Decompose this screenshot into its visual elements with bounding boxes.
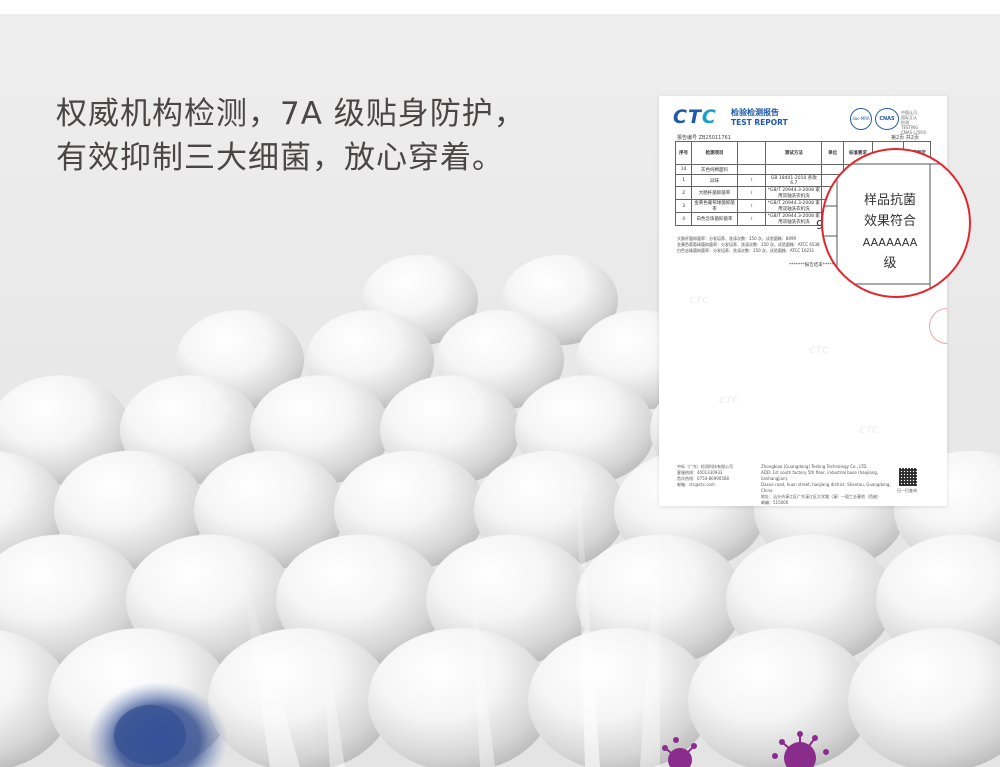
red-stamp-icon <box>929 308 947 344</box>
note-line: 白色念珠菌抑菌率：分发培养、洗涤次数：150 次，试验菌株：ATCC 10231 <box>677 248 815 253</box>
fabric-sphere <box>528 628 712 767</box>
table-header-cell <box>736 141 767 165</box>
footer-left: 中标（广东）检测科技有限公司 客服热线：4001330933 首次热线：0754… <box>677 464 733 488</box>
report-number: 报告编号 ZB25011761 <box>677 135 731 141</box>
table-cell: 4 <box>674 212 693 226</box>
verdict-line-4: 级 <box>883 256 897 271</box>
qr-label: 扫一扫查询 <box>897 488 917 493</box>
table-cell: 大肠杆菌抑菌率 <box>691 186 738 200</box>
table-cell: / <box>736 212 767 226</box>
table-cell: / <box>736 186 767 200</box>
logo-text-left: CT <box>673 106 702 128</box>
table-cell: 异味 <box>691 174 738 187</box>
watermark: CTC <box>809 346 829 356</box>
footer-right: Zhongbiao (Guangdong) Testing Technology… <box>761 464 891 506</box>
table-cell: 2 <box>674 186 693 200</box>
fabric-sphere <box>688 628 872 767</box>
page-indicator: 第2页 共2页 <box>891 135 919 141</box>
headline-line-1: 权威机构检测，7A 级贴身防护， <box>56 96 526 132</box>
watermark: CTC <box>859 426 879 436</box>
magnifier-callout: 样品抗菌 效果符合 AAAAAAA 级 <box>821 148 971 298</box>
table-cell: GB 18401-2010 条款 6.7 <box>765 174 823 187</box>
table-cell: 灰色纯棉面料 <box>691 164 738 175</box>
table-header-cell: 检测项目 <box>691 141 738 165</box>
verdict-line-3: AAAAAAA <box>862 236 918 249</box>
logo-text-right: C <box>701 106 717 128</box>
table-cell: 3 <box>674 199 693 213</box>
report-title-cn: 检验检测报告 <box>731 108 779 117</box>
report-notes: 大肠杆菌抑菌率：分发培养、洗涤次数：150 次，试验菌株：8099 金黄色葡萄球… <box>677 236 847 254</box>
magnified-verdict-text: 样品抗菌 效果符合 AAAAAAA 级 <box>847 190 933 274</box>
headline-line-2: 有效抑制三大细菌，放心穿着。 <box>56 140 504 176</box>
qr-code-icon <box>899 468 917 486</box>
ctc-logo: CTC <box>673 106 717 128</box>
ilac-seal-icon: ilac-MRA <box>850 108 872 130</box>
table-cell: 14 <box>674 164 693 175</box>
table-cell <box>736 164 767 175</box>
watermark: CTC <box>689 296 709 306</box>
footer-line: 邮箱：ctc@ctc.com <box>677 482 715 487</box>
table-cell: *GB/T 20944.3-2008 家用双轴洗衣机洗 <box>765 186 823 200</box>
fabric-sphere <box>848 628 1000 767</box>
footer-line: Daxue road, huan street, haojiang distri… <box>761 482 891 493</box>
watermark: CTC <box>719 396 739 406</box>
table-cell: 1 <box>674 174 693 187</box>
fabric-sphere <box>368 628 552 767</box>
table-cell: *GB/T 20944.3-2008 家用双轴洗衣机洗 <box>765 212 823 226</box>
stage: 权威机构检测，7A 级贴身防护， 有效抑制三大细菌，放心穿着。 CTC 检验检测… <box>0 0 1000 767</box>
table-cell: / <box>736 199 767 213</box>
report-title-en: TEST REPORT <box>731 118 788 127</box>
table-cell <box>765 164 823 175</box>
table-cell: / <box>736 174 767 187</box>
table-header-cell: 序号 <box>674 141 693 165</box>
verdict-line-2: 效果符合 <box>863 214 916 229</box>
cnas-seal-icon: CNAS <box>875 108 899 130</box>
footer-line: ADD: 1st south factory 5th floor, indust… <box>761 470 879 481</box>
verdict-line-1: 样品抗菌 <box>863 193 916 208</box>
footer-line: 邮编：515000 <box>761 500 789 505</box>
table-cell: 金黄色葡萄球菌抑菌率 <box>691 199 738 213</box>
headline: 权威机构检测，7A 级贴身防护， 有效抑制三大细菌，放心穿着。 <box>56 92 526 180</box>
table-header-cell: 测试方法 <box>765 141 823 165</box>
cert-info: 中国认可 国际互认 检测 TESTING CNAS L7919 <box>901 110 926 135</box>
table-cell: *GB/T 20944.3-2008 家用双轴洗衣机洗 <box>765 199 823 213</box>
table-cell: 白色念珠菌抑菌率 <box>691 212 738 226</box>
fabric-sphere <box>208 628 392 767</box>
